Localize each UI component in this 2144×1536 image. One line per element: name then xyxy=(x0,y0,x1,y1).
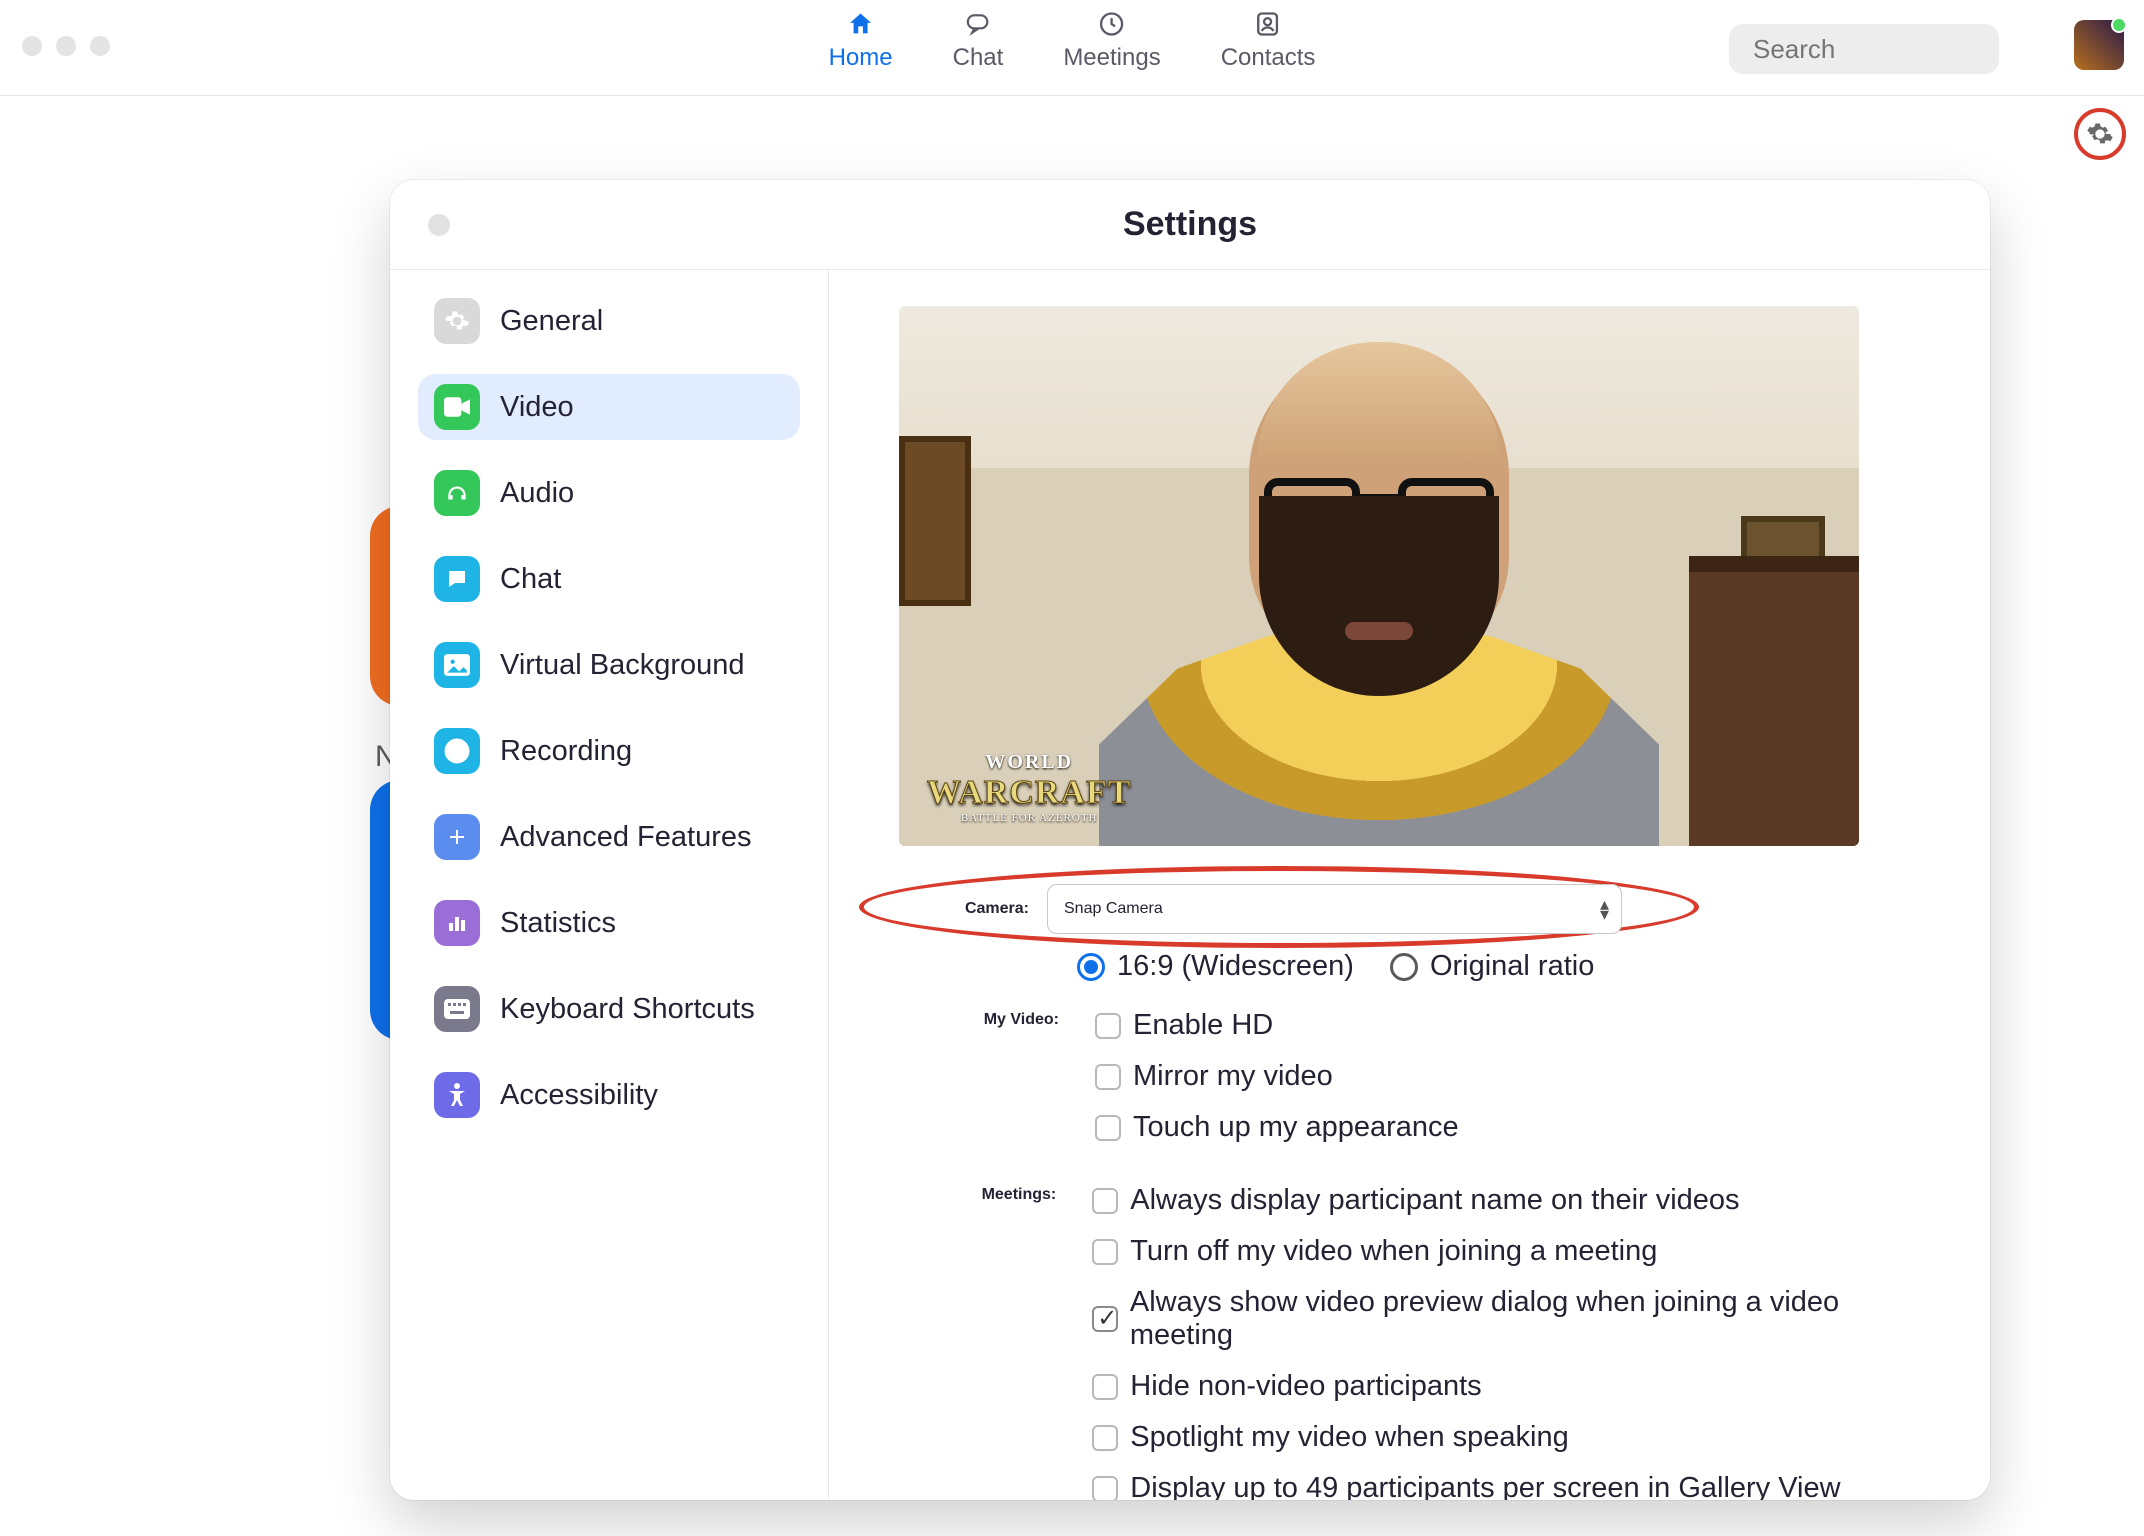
enable-hd-checkbox[interactable]: Enable HD xyxy=(1095,1009,1459,1042)
settings-gear-highlight xyxy=(2074,108,2126,160)
sidebar-item-label: Virtual Background xyxy=(500,649,745,682)
sidebar-item-chat[interactable]: Chat xyxy=(418,546,800,612)
traffic-light-max[interactable] xyxy=(90,36,110,56)
sidebar-item-advanced[interactable]: Advanced Features xyxy=(418,804,800,870)
plus-icon xyxy=(434,814,480,860)
app-header: Home Chat Meetings Contacts xyxy=(0,0,2144,96)
spotlight-checkbox[interactable]: Spotlight my video when speaking xyxy=(1092,1421,1936,1454)
keyboard-icon xyxy=(434,986,480,1032)
tab-meetings[interactable]: Meetings xyxy=(1063,8,1160,72)
sidebar-item-statistics[interactable]: Statistics xyxy=(418,890,800,956)
sidebar-item-audio[interactable]: Audio xyxy=(418,460,800,526)
tab-home-label: Home xyxy=(829,44,893,72)
settings-title-bar: Settings xyxy=(390,180,1990,270)
sidebar-item-label: Keyboard Shortcuts xyxy=(500,993,755,1026)
sidebar-item-label: Recording xyxy=(500,735,632,768)
video-preview-dialog-checkbox[interactable]: Always show video preview dialog when jo… xyxy=(1092,1286,1936,1352)
chat-icon xyxy=(434,556,480,602)
gear-icon[interactable] xyxy=(2086,120,2114,148)
sidebar-item-label: Advanced Features xyxy=(500,821,751,854)
check-label: Touch up my appearance xyxy=(1133,1111,1459,1144)
hide-non-video-checkbox[interactable]: Hide non-video participants xyxy=(1092,1370,1936,1403)
headphones-icon xyxy=(434,470,480,516)
turn-off-video-checkbox[interactable]: Turn off my video when joining a meeting xyxy=(1092,1235,1936,1268)
check-label: Enable HD xyxy=(1133,1009,1273,1042)
tab-meetings-label: Meetings xyxy=(1063,44,1160,72)
settings-title: Settings xyxy=(1123,205,1257,244)
display-49-checkbox[interactable]: Display up to 49 participants per screen… xyxy=(1092,1472,1936,1500)
window-controls xyxy=(22,36,110,56)
check-label: Turn off my video when joining a meeting xyxy=(1130,1235,1657,1268)
sidebar-item-general[interactable]: General xyxy=(418,288,800,354)
sidebar-item-keyboard[interactable]: Keyboard Shortcuts xyxy=(418,976,800,1042)
camera-value: Snap Camera xyxy=(1064,900,1163,918)
check-label: Display up to 49 participants per screen… xyxy=(1130,1472,1840,1500)
clock-icon xyxy=(1063,8,1160,40)
chart-icon xyxy=(434,900,480,946)
check-label: Always display participant name on their… xyxy=(1130,1184,1739,1217)
sidebar-item-virtual-background[interactable]: Virtual Background xyxy=(418,632,800,698)
meetings-label: Meetings: xyxy=(899,1186,1056,1500)
check-label: Mirror my video xyxy=(1133,1060,1333,1093)
accessibility-icon xyxy=(434,1072,480,1118)
video-icon xyxy=(434,384,480,430)
sidebar-item-label: Statistics xyxy=(500,907,616,940)
ratio-wide-radio[interactable]: 16:9 (Widescreen) xyxy=(1077,950,1354,983)
search-box[interactable] xyxy=(1729,24,1999,74)
touch-up-checkbox[interactable]: Touch up my appearance xyxy=(1095,1111,1459,1144)
video-preview: WORLD WARCRAFT BATTLE FOR AZEROTH xyxy=(899,306,1859,846)
radio-label: Original ratio xyxy=(1430,950,1594,983)
sidebar-item-label: Chat xyxy=(500,563,561,596)
tab-contacts[interactable]: Contacts xyxy=(1221,8,1316,72)
tab-contacts-label: Contacts xyxy=(1221,44,1316,72)
settings-close-dot[interactable] xyxy=(428,214,450,236)
avatar[interactable] xyxy=(2074,20,2124,70)
record-icon xyxy=(434,728,480,774)
top-nav: Home Chat Meetings Contacts xyxy=(829,8,1316,72)
camera-label: Camera: xyxy=(899,900,1029,918)
settings-content: WORLD WARCRAFT BATTLE FOR AZEROTH Camera… xyxy=(829,270,1990,1500)
camera-select[interactable]: Snap Camera ▴▾ xyxy=(1047,884,1622,934)
traffic-light-close[interactable] xyxy=(22,36,42,56)
mirror-video-checkbox[interactable]: Mirror my video xyxy=(1095,1060,1459,1093)
sidebar-item-label: Audio xyxy=(500,477,574,510)
tab-home[interactable]: Home xyxy=(829,8,893,72)
check-label: Spotlight my video when speaking xyxy=(1130,1421,1568,1454)
gear-icon xyxy=(434,298,480,344)
contact-icon xyxy=(1221,8,1316,40)
tab-chat-label: Chat xyxy=(953,44,1004,72)
myvideo-label: My Video: xyxy=(899,1011,1059,1144)
check-label: Always show video preview dialog when jo… xyxy=(1130,1286,1936,1352)
sidebar-item-label: General xyxy=(500,305,603,338)
sidebar-item-label: Video xyxy=(500,391,574,424)
search-input[interactable] xyxy=(1753,34,2088,65)
traffic-light-min[interactable] xyxy=(56,36,76,56)
sidebar-item-label: Accessibility xyxy=(500,1079,658,1112)
sidebar-item-video[interactable]: Video xyxy=(418,374,800,440)
radio-label: 16:9 (Widescreen) xyxy=(1117,950,1354,983)
check-label: Hide non-video participants xyxy=(1130,1370,1481,1403)
chevron-updown-icon: ▴▾ xyxy=(1600,899,1609,919)
sidebar-item-accessibility[interactable]: Accessibility xyxy=(418,1062,800,1128)
chat-icon xyxy=(953,8,1004,40)
tab-chat[interactable]: Chat xyxy=(953,8,1004,72)
settings-window: Settings General Video Audio Chat Virtua… xyxy=(390,180,1990,1500)
home-icon xyxy=(829,8,893,40)
display-names-checkbox[interactable]: Always display participant name on their… xyxy=(1092,1184,1936,1217)
settings-sidebar: General Video Audio Chat Virtual Backgro… xyxy=(390,270,829,1500)
preview-overlay-logo: WORLD WARCRAFT BATTLE FOR AZEROTH xyxy=(927,751,1131,824)
image-icon xyxy=(434,642,480,688)
sidebar-item-recording[interactable]: Recording xyxy=(418,718,800,784)
ratio-original-radio[interactable]: Original ratio xyxy=(1390,950,1594,983)
